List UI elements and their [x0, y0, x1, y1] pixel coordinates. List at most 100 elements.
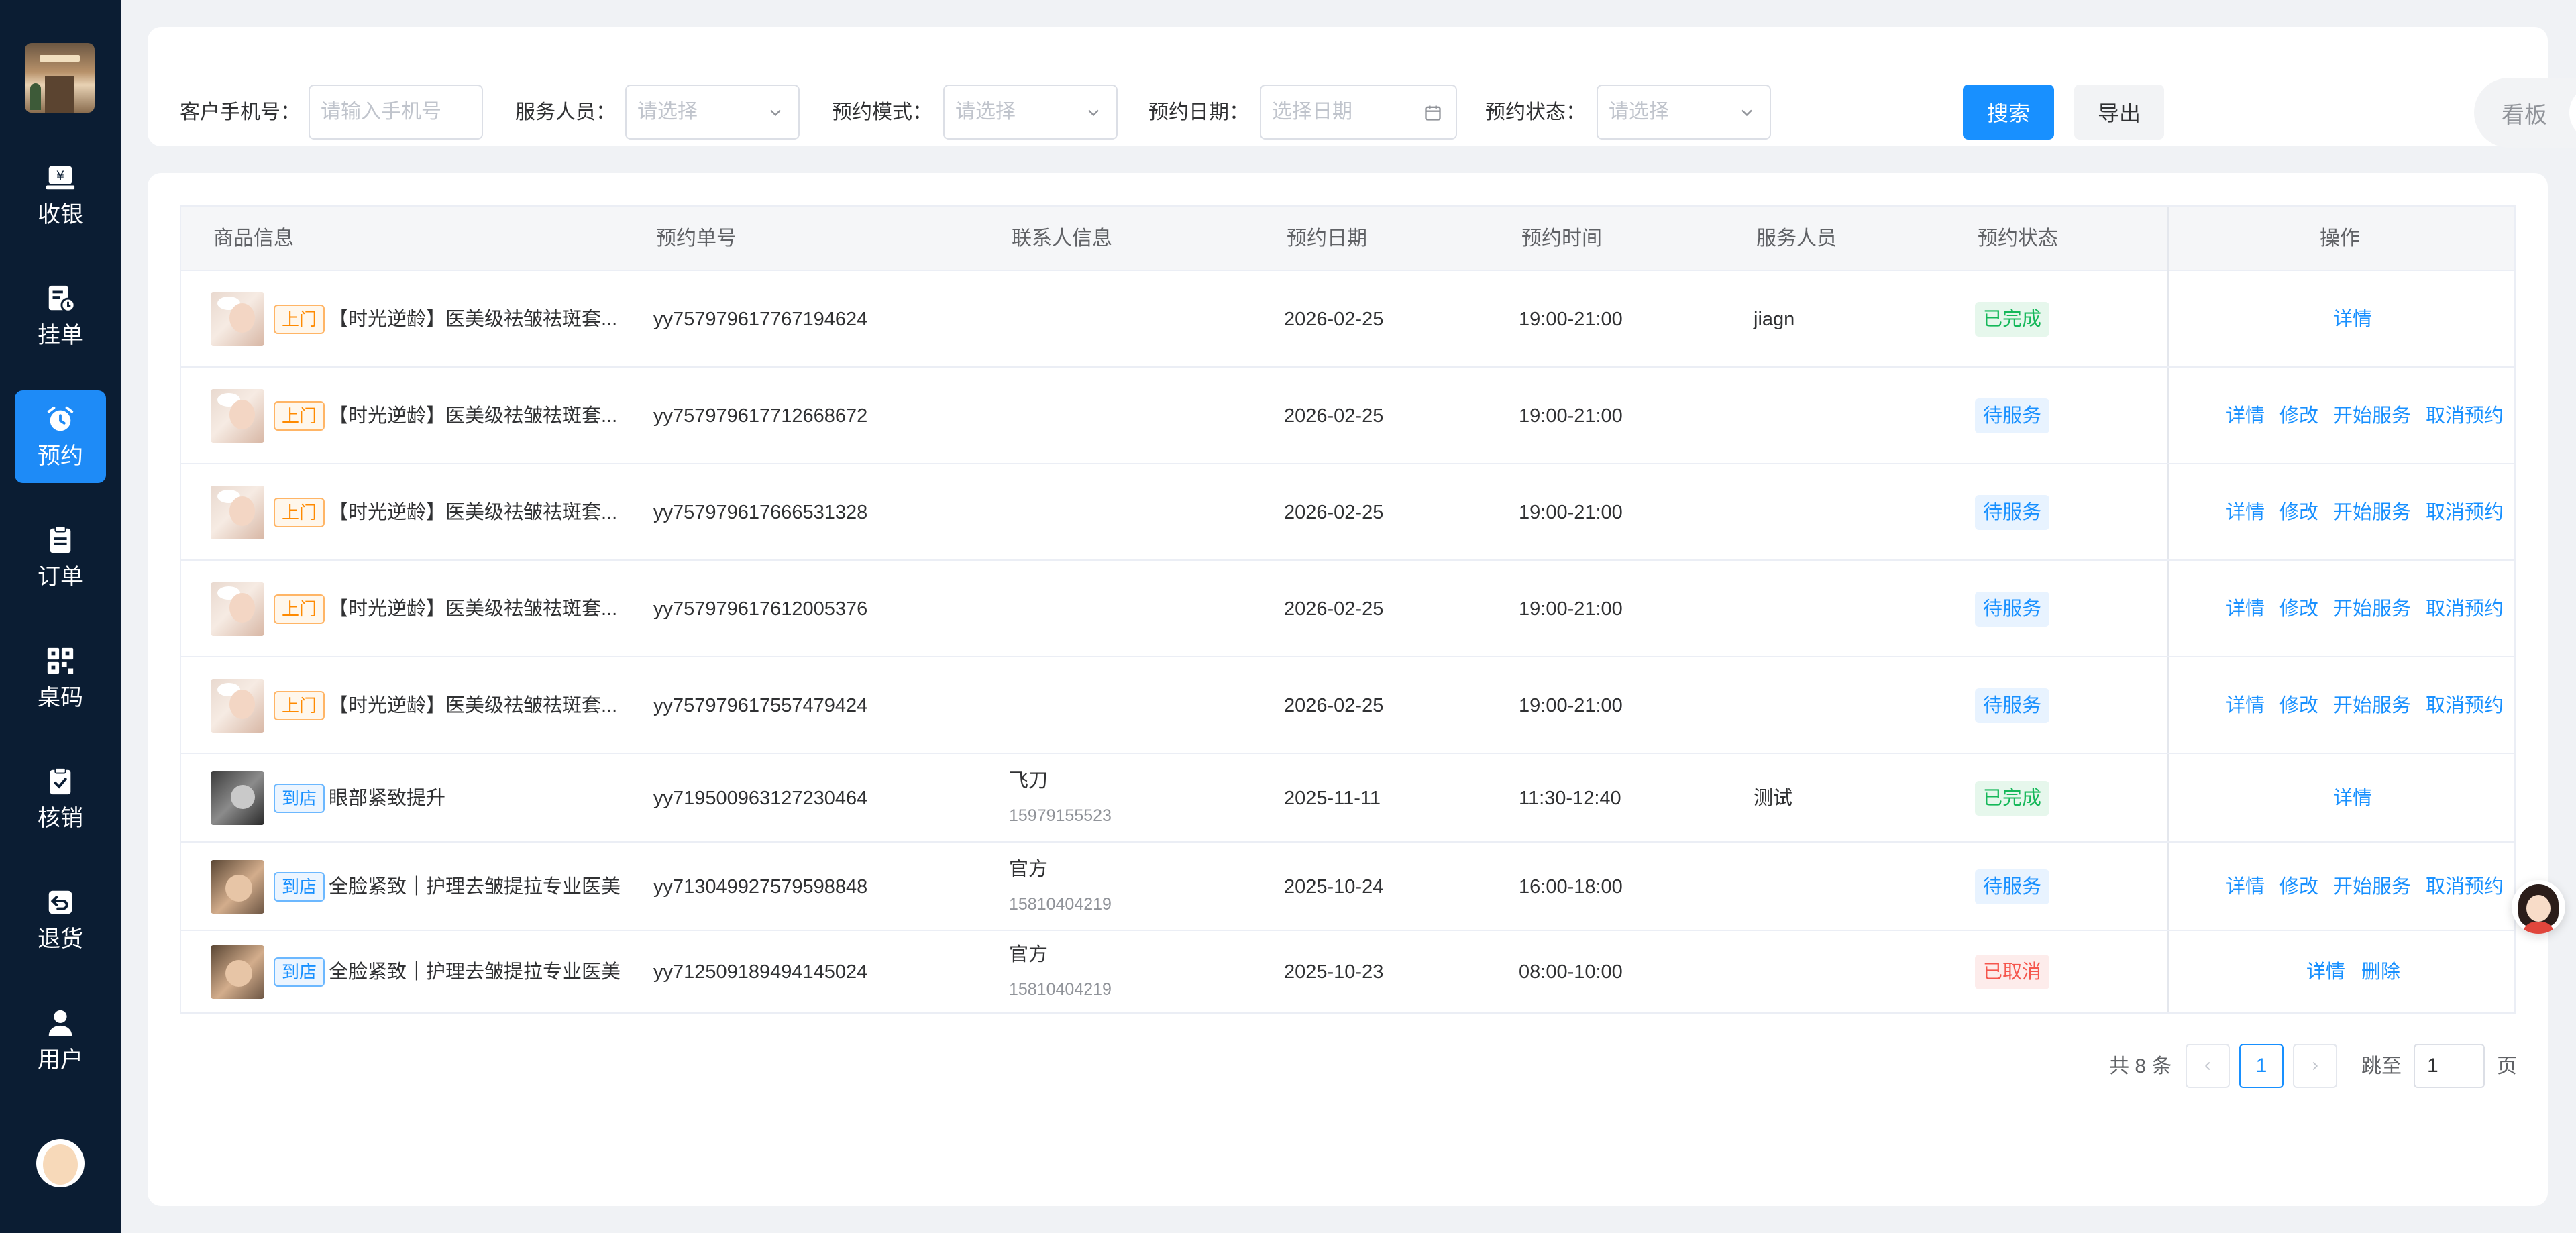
service-mode-tag: 上门: [274, 401, 325, 431]
thumbnail-face: [225, 875, 252, 902]
column-header: 商品信息: [213, 227, 294, 250]
chevron-left-icon: [2204, 1061, 2210, 1071]
action-link[interactable]: 详情: [2226, 403, 2265, 429]
page-number-button[interactable]: 1: [2239, 1044, 2284, 1088]
chevron-down-icon: [1088, 109, 1099, 117]
mode-filter-label: 预约模式：: [832, 101, 932, 123]
product-thumbnail: [211, 389, 264, 443]
table-header: 商品信息 预约单号 联系人信息 预约日期 预约时间 服务人员 预约状态 操作: [181, 207, 2514, 271]
date-filter-label: 预约日期：: [1148, 101, 1249, 123]
product-name: 【时光逆龄】医美级祛皱祛斑套...: [329, 598, 618, 620]
staff-select[interactable]: 请选择: [625, 85, 800, 140]
appointment-date: 2026-02-25: [1284, 502, 1384, 523]
search-button[interactable]: 搜索: [1963, 85, 2054, 140]
action-link[interactable]: 开始服务: [2333, 403, 2411, 429]
appointment-time: 19:00-21:00: [1519, 405, 1623, 427]
column-header: 预约日期: [1287, 227, 1367, 250]
appointment-date: 2026-02-25: [1284, 598, 1384, 620]
order-number: yy757979617612005376: [653, 598, 868, 620]
action-link[interactable]: 详情: [2226, 596, 2265, 623]
avatar[interactable]: [36, 1139, 85, 1187]
sidebar-item-orders[interactable]: 订单: [15, 511, 106, 604]
sidebar-item-verify[interactable]: 核销: [15, 753, 106, 845]
action-link[interactable]: 开始服务: [2333, 596, 2411, 623]
view-switch: 看板 列表: [2474, 78, 2576, 148]
sidebar-item-users[interactable]: 用户: [15, 994, 106, 1087]
table-row: 到店 全脸紧致｜护理去皱提拉专业医美 yy712509189494145024 官方 1…: [181, 931, 2514, 1013]
service-mode-tag: 上门: [274, 691, 325, 720]
appointment-time: 11:30-12:40: [1519, 788, 1621, 809]
phone-search-input[interactable]: 请输入手机号: [309, 85, 483, 140]
order-number: yy757979617557479424: [653, 695, 868, 716]
action-link[interactable]: 详情: [2226, 873, 2265, 900]
action-link[interactable]: 修改: [2279, 692, 2318, 719]
thumbnail-face: [229, 400, 255, 429]
date-picker[interactable]: 选择日期: [1260, 85, 1457, 140]
export-button[interactable]: 导出: [2074, 85, 2164, 140]
action-link[interactable]: 取消预约: [2426, 499, 2504, 526]
assistant-face: [2526, 895, 2551, 922]
sidebar-item-returns[interactable]: 退货: [15, 873, 106, 966]
store-logo[interactable]: [25, 43, 95, 113]
service-mode-tag: 上门: [274, 594, 325, 624]
action-link[interactable]: 详情: [2333, 785, 2372, 812]
action-link[interactable]: 删除: [2361, 959, 2400, 985]
cashier-icon: ¥: [46, 166, 75, 190]
appointment-time: 19:00-21:00: [1519, 502, 1623, 523]
customer-service-avatar[interactable]: [2512, 880, 2565, 934]
next-page-button[interactable]: [2293, 1044, 2337, 1088]
table-row: 到店 全脸紧致｜护理去皱提拉专业医美 yy713049927579598848 官方 1…: [181, 843, 2514, 931]
action-link[interactable]: 修改: [2279, 499, 2318, 526]
action-link[interactable]: 开始服务: [2333, 873, 2411, 900]
jump-page-input[interactable]: 1: [2414, 1044, 2485, 1088]
action-link[interactable]: 修改: [2279, 403, 2318, 429]
action-link[interactable]: 修改: [2279, 873, 2318, 900]
product-thumbnail: [211, 945, 264, 999]
column-header: 预约状态: [1978, 227, 2058, 250]
appointment-date: 2026-02-25: [1284, 309, 1384, 330]
action-link[interactable]: 详情: [2226, 692, 2265, 719]
action-link[interactable]: 取消预约: [2426, 873, 2504, 900]
sidebar: ¥ 收银 挂单 预约 订单 桌码 核销 退货 用户: [0, 0, 121, 1233]
sidebar-item-label: 核销: [38, 806, 83, 831]
table-row: 上门 【时光逆龄】医美级祛皱祛斑套... yy757979617557479424 2…: [181, 657, 2514, 754]
status-badge: 已完成: [1975, 302, 2050, 337]
order-number: yy757979617666531328: [653, 502, 868, 523]
action-link[interactable]: 详情: [2333, 306, 2372, 333]
table-row: 上门 【时光逆龄】医美级祛皱祛斑套... yy757979617712668672 2…: [181, 368, 2514, 464]
appointment-time: 19:00-21:00: [1519, 598, 1623, 620]
contact-phone: 15810404219: [1009, 980, 1112, 999]
product-name: 全脸紧致｜护理去皱提拉专业医美: [329, 961, 621, 983]
action-link[interactable]: 开始服务: [2333, 692, 2411, 719]
action-link[interactable]: 详情: [2306, 959, 2345, 985]
list-view-tab[interactable]: 列表: [2569, 85, 2576, 141]
action-link[interactable]: 详情: [2226, 499, 2265, 526]
order-number: yy713049927579598848: [653, 876, 868, 898]
appointment-time: 19:00-21:00: [1519, 309, 1623, 330]
action-link[interactable]: 取消预约: [2426, 403, 2504, 429]
board-view-tab[interactable]: 看板: [2481, 85, 2568, 141]
action-link[interactable]: 取消预约: [2426, 596, 2504, 623]
sidebar-item-cashier[interactable]: ¥ 收银: [15, 149, 106, 242]
contact-phone: 15979155523: [1009, 806, 1112, 825]
prev-page-button[interactable]: [2186, 1044, 2230, 1088]
contact-name: 官方: [1009, 859, 1049, 880]
sidebar-item-pending[interactable]: 挂单: [15, 270, 106, 362]
status-badge: 已完成: [1975, 781, 2050, 816]
appointment-time: 16:00-18:00: [1519, 876, 1623, 898]
action-link[interactable]: 开始服务: [2333, 499, 2411, 526]
action-link[interactable]: 修改: [2279, 596, 2318, 623]
mode-select[interactable]: 请选择: [943, 85, 1118, 140]
product-name: 眼部紧致提升: [329, 788, 446, 809]
product-thumbnail: [211, 292, 264, 346]
staff-filter-label: 服务人员：: [515, 101, 616, 123]
thumbnail-face: [229, 690, 255, 719]
thumbnail-face: [231, 785, 255, 809]
sidebar-item-appointment[interactable]: 预约: [15, 390, 106, 483]
status-select[interactable]: 请选择: [1597, 85, 1771, 140]
sidebar-item-table-code[interactable]: 桌码: [15, 632, 106, 725]
status-filter-label: 预约状态：: [1485, 101, 1586, 123]
action-link[interactable]: 取消预约: [2426, 692, 2504, 719]
service-mode-tag: 到店: [274, 957, 325, 987]
appointment-table: 商品信息 预约单号 联系人信息 预约日期 预约时间 服务人员 预约状态 操作 上…: [180, 205, 2516, 1014]
